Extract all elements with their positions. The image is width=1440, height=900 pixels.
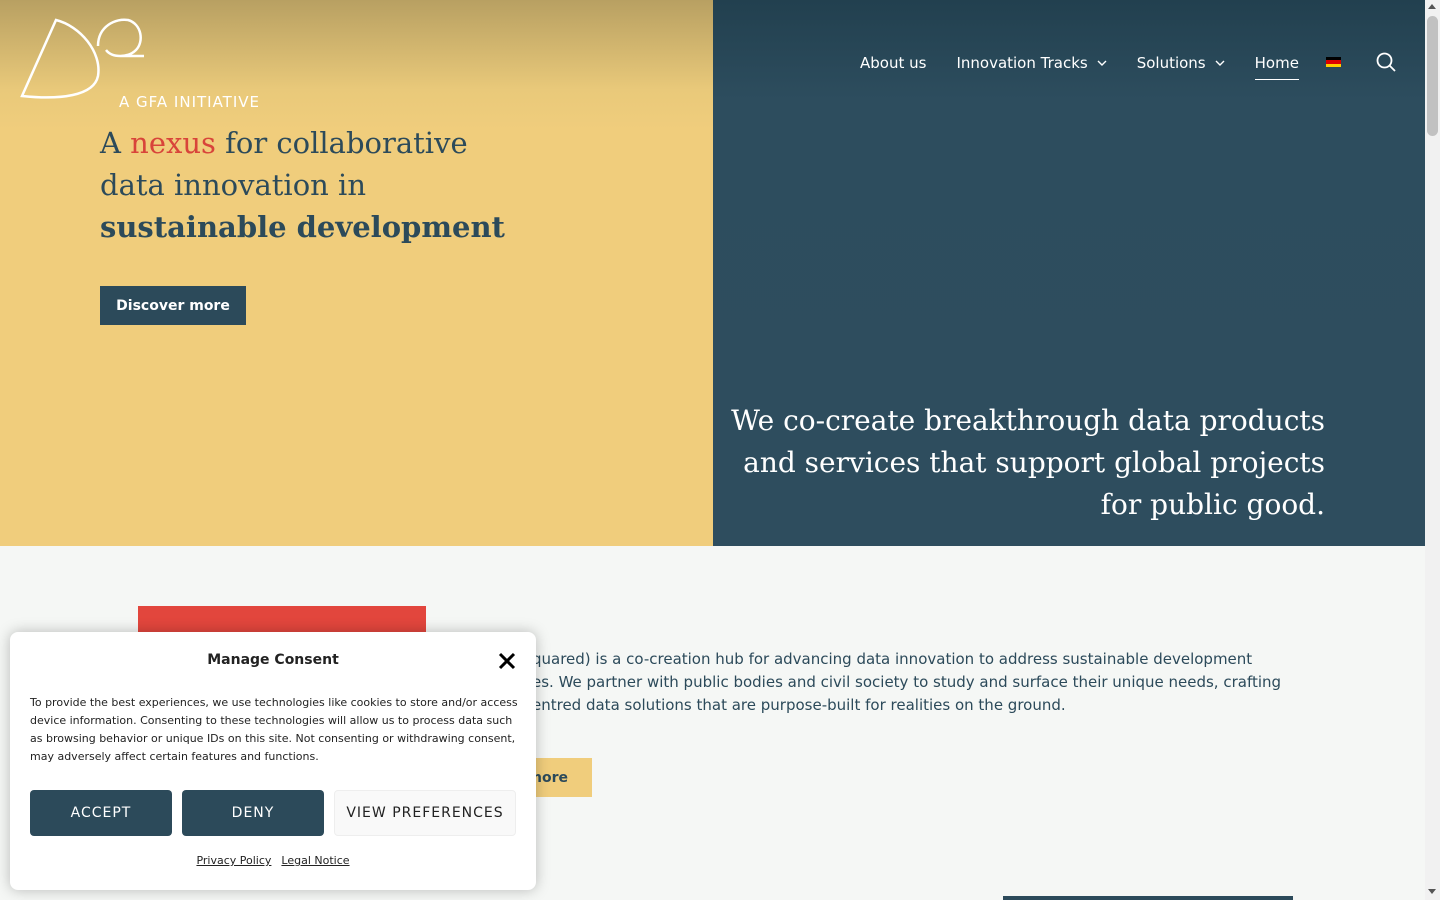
intro-text: quared) is a co-creation hub for advanci… (532, 648, 1292, 717)
german-flag-icon[interactable] (1326, 57, 1341, 67)
nav-item-solutions[interactable]: Solutions (1137, 54, 1225, 72)
scroll-thumb[interactable] (1427, 16, 1438, 136)
scroll-down-icon[interactable] (1428, 889, 1436, 894)
hero-headline: A nexus for collaborative data innovatio… (100, 122, 505, 248)
hero-tagline: We co-create breakthrough data products … (731, 404, 1325, 521)
intro-line: es. We partner with public bodies and ci… (532, 673, 1282, 691)
nav-item-about[interactable]: About us (860, 54, 926, 72)
nav-item-home[interactable]: Home (1254, 54, 1300, 80)
consent-body: To provide the best experiences, we use … (30, 696, 518, 763)
nav-item-innovation-tracks[interactable]: Innovation Tracks (956, 54, 1107, 72)
nav-item-label: Home (1254, 54, 1299, 72)
deny-button[interactable]: DENY (182, 790, 324, 836)
main-nav: About us Innovation Tracks Solutions Hom… (860, 50, 1300, 80)
section-divider (1003, 896, 1293, 900)
legal-notice-link[interactable]: Legal Notice (281, 854, 349, 867)
logo-mark-icon (20, 18, 144, 99)
logo-text: A GFA INITIATIVE (119, 93, 261, 111)
headline-bold: sustainable development (100, 210, 505, 244)
discover-more-button[interactable]: Discover more (100, 286, 246, 325)
chevron-down-icon (1215, 60, 1225, 66)
accept-button[interactable]: ACCEPT (30, 790, 172, 836)
search-icon[interactable] (1376, 52, 1396, 72)
headline-line2: data innovation in (100, 168, 367, 202)
headline-text: for collaborative (215, 126, 468, 160)
intro-line: quared) is a co-creation hub for advanci… (532, 650, 1253, 668)
chevron-down-icon (1097, 60, 1107, 66)
hero-section: A GFA INITIATIVE A nexus for collaborati… (0, 0, 1425, 546)
intro-line: entred data solutions that are purpose-b… (532, 696, 1066, 714)
close-icon[interactable] (498, 652, 516, 670)
headline-accent: nexus (130, 126, 216, 160)
consent-dialog: Manage Consent To provide the best exper… (10, 632, 536, 890)
consent-links: Privacy Policy Legal Notice (10, 854, 536, 867)
privacy-policy-link[interactable]: Privacy Policy (196, 854, 271, 867)
nav-item-label: Solutions (1136, 54, 1206, 72)
view-preferences-button[interactable]: VIEW PREFERENCES (334, 790, 516, 836)
nav-item-label: Innovation Tracks (956, 54, 1088, 72)
scroll-up-icon[interactable] (1428, 4, 1436, 9)
nav-item-label: About us (860, 54, 927, 72)
page-scrollbar[interactable] (1425, 0, 1440, 900)
site-logo[interactable]: A GFA INITIATIVE (20, 16, 260, 111)
headline-text: A (100, 126, 131, 160)
consent-title: Manage Consent (207, 652, 339, 668)
